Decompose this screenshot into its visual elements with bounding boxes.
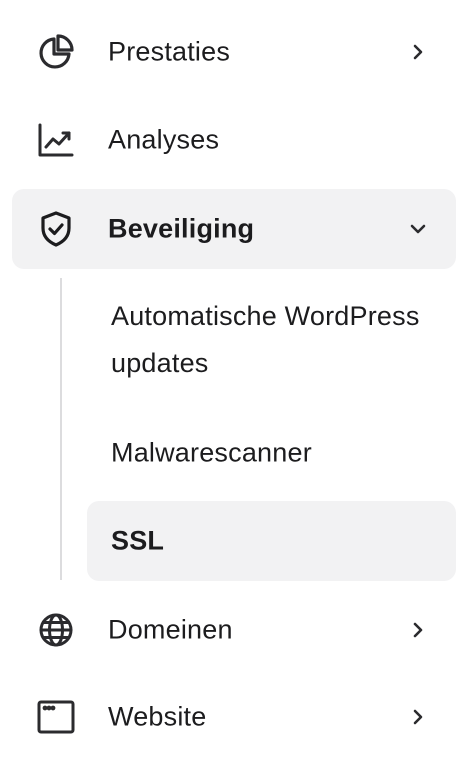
sidebar-item-label: Analyses [108,124,220,155]
sidebar-item-analyses[interactable]: Analyses [12,100,456,180]
submenu-divider-line [60,278,62,580]
pie-chart-icon [36,32,76,72]
globe-icon [36,610,76,650]
sidebar-item-prestaties[interactable]: Prestaties [12,12,456,92]
submenu-item-automatische-wordpress-updates[interactable]: Automatische WordPress updates [87,293,456,387]
chevron-down-icon[interactable] [408,219,428,239]
sidebar-item-domeinen[interactable]: Domeinen [12,590,456,670]
chevron-right-icon [408,707,428,727]
submenu-item-ssl[interactable]: SSL [87,501,456,581]
chevron-right-icon [408,42,428,62]
submenu-item-label: Automatische WordPress updates [111,301,420,378]
sidebar-item-label: Domeinen [108,614,233,645]
sidebar-item-label: Beveiliging [108,213,255,244]
sidebar-item-beveiliging[interactable]: Beveiliging [12,189,456,269]
shield-check-icon [36,209,76,249]
sidebar-item-website[interactable]: Website [12,677,456,757]
sidebar-item-label: Website [108,701,207,732]
browser-window-icon [36,697,76,737]
submenu-item-malwarescanner[interactable]: Malwarescanner [87,414,456,492]
trend-chart-icon [36,120,76,160]
sidebar-item-label: Prestaties [108,36,231,67]
submenu-item-label: Malwarescanner [111,437,312,468]
submenu-item-label: SSL [111,525,165,556]
chevron-right-icon [408,620,428,640]
